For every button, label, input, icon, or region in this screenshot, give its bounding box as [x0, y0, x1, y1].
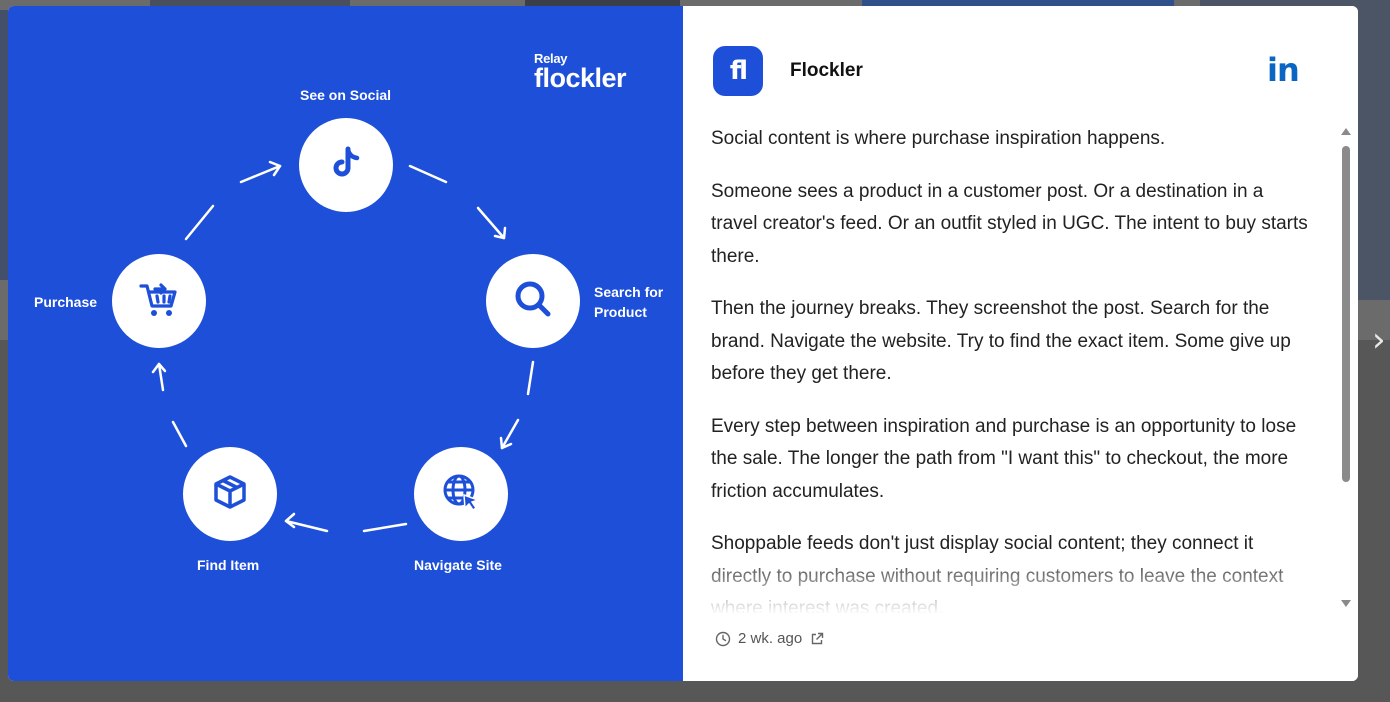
post-paragraph: Social content is where purchase inspira…	[711, 128, 1166, 149]
text-fade	[711, 551, 1311, 615]
next-post-button[interactable]: ›	[1372, 322, 1388, 358]
search-icon	[512, 278, 554, 325]
step-find-item	[183, 447, 277, 541]
post-meta: 2 wk. ago	[715, 630, 824, 647]
scroll-thumb[interactable]	[1342, 146, 1350, 482]
linkedin-icon[interactable]: in	[1267, 54, 1300, 86]
globe-cursor-icon	[440, 471, 482, 518]
arrow-dash	[408, 164, 448, 184]
step-search-for-product	[486, 254, 580, 348]
cart-icon	[138, 278, 180, 325]
step-label-line: Product	[594, 304, 647, 320]
step-navigate-site	[414, 447, 508, 541]
post-image: Relay flockler See on Social Search for …	[8, 6, 683, 681]
post-content: fl Flockler in Social content is where p…	[683, 6, 1358, 681]
author-avatar[interactable]: fl	[713, 46, 763, 96]
external-link-icon[interactable]	[810, 632, 824, 646]
step-label-purchase: Purchase	[34, 294, 98, 310]
step-label-see-on-social: See on Social	[300, 87, 392, 103]
post-timestamp[interactable]: 2 wk. ago	[738, 630, 802, 647]
background-text	[0, 10, 8, 280]
step-label-search-for-product: Search for Product	[594, 282, 663, 322]
arrow-dash	[184, 204, 215, 241]
clock-icon	[715, 631, 731, 647]
post-paragraph: Then the journey breaks. They screenshot…	[711, 298, 1291, 384]
arrow-social-to-search	[476, 206, 506, 240]
step-label-line: Search for	[594, 284, 664, 300]
post-text: Social content is where purchase inspira…	[711, 123, 1311, 613]
step-label-find-item: Find Item	[197, 557, 260, 573]
post-paragraph: Every step between inspiration and purch…	[711, 415, 1297, 502]
scroll-down-arrow-icon[interactable]	[1341, 600, 1351, 607]
step-label-navigate-site: Navigate Site	[414, 557, 502, 573]
author-name[interactable]: Flockler	[790, 60, 863, 82]
cycle-arrows	[151, 160, 535, 533]
scrollbar[interactable]	[1338, 124, 1354, 614]
arrow-dash	[526, 360, 535, 396]
arrow-dash	[362, 522, 408, 533]
post-paragraph: Someone sees a product in a customer pos…	[711, 180, 1308, 267]
tiktok-icon	[326, 143, 366, 188]
box-icon	[211, 473, 249, 516]
post-modal: Relay flockler See on Social Search for …	[8, 6, 1358, 681]
arrow-dash	[171, 420, 188, 448]
step-purchase	[112, 254, 206, 348]
step-see-on-social	[299, 118, 393, 212]
scroll-up-arrow-icon[interactable]	[1341, 128, 1351, 135]
